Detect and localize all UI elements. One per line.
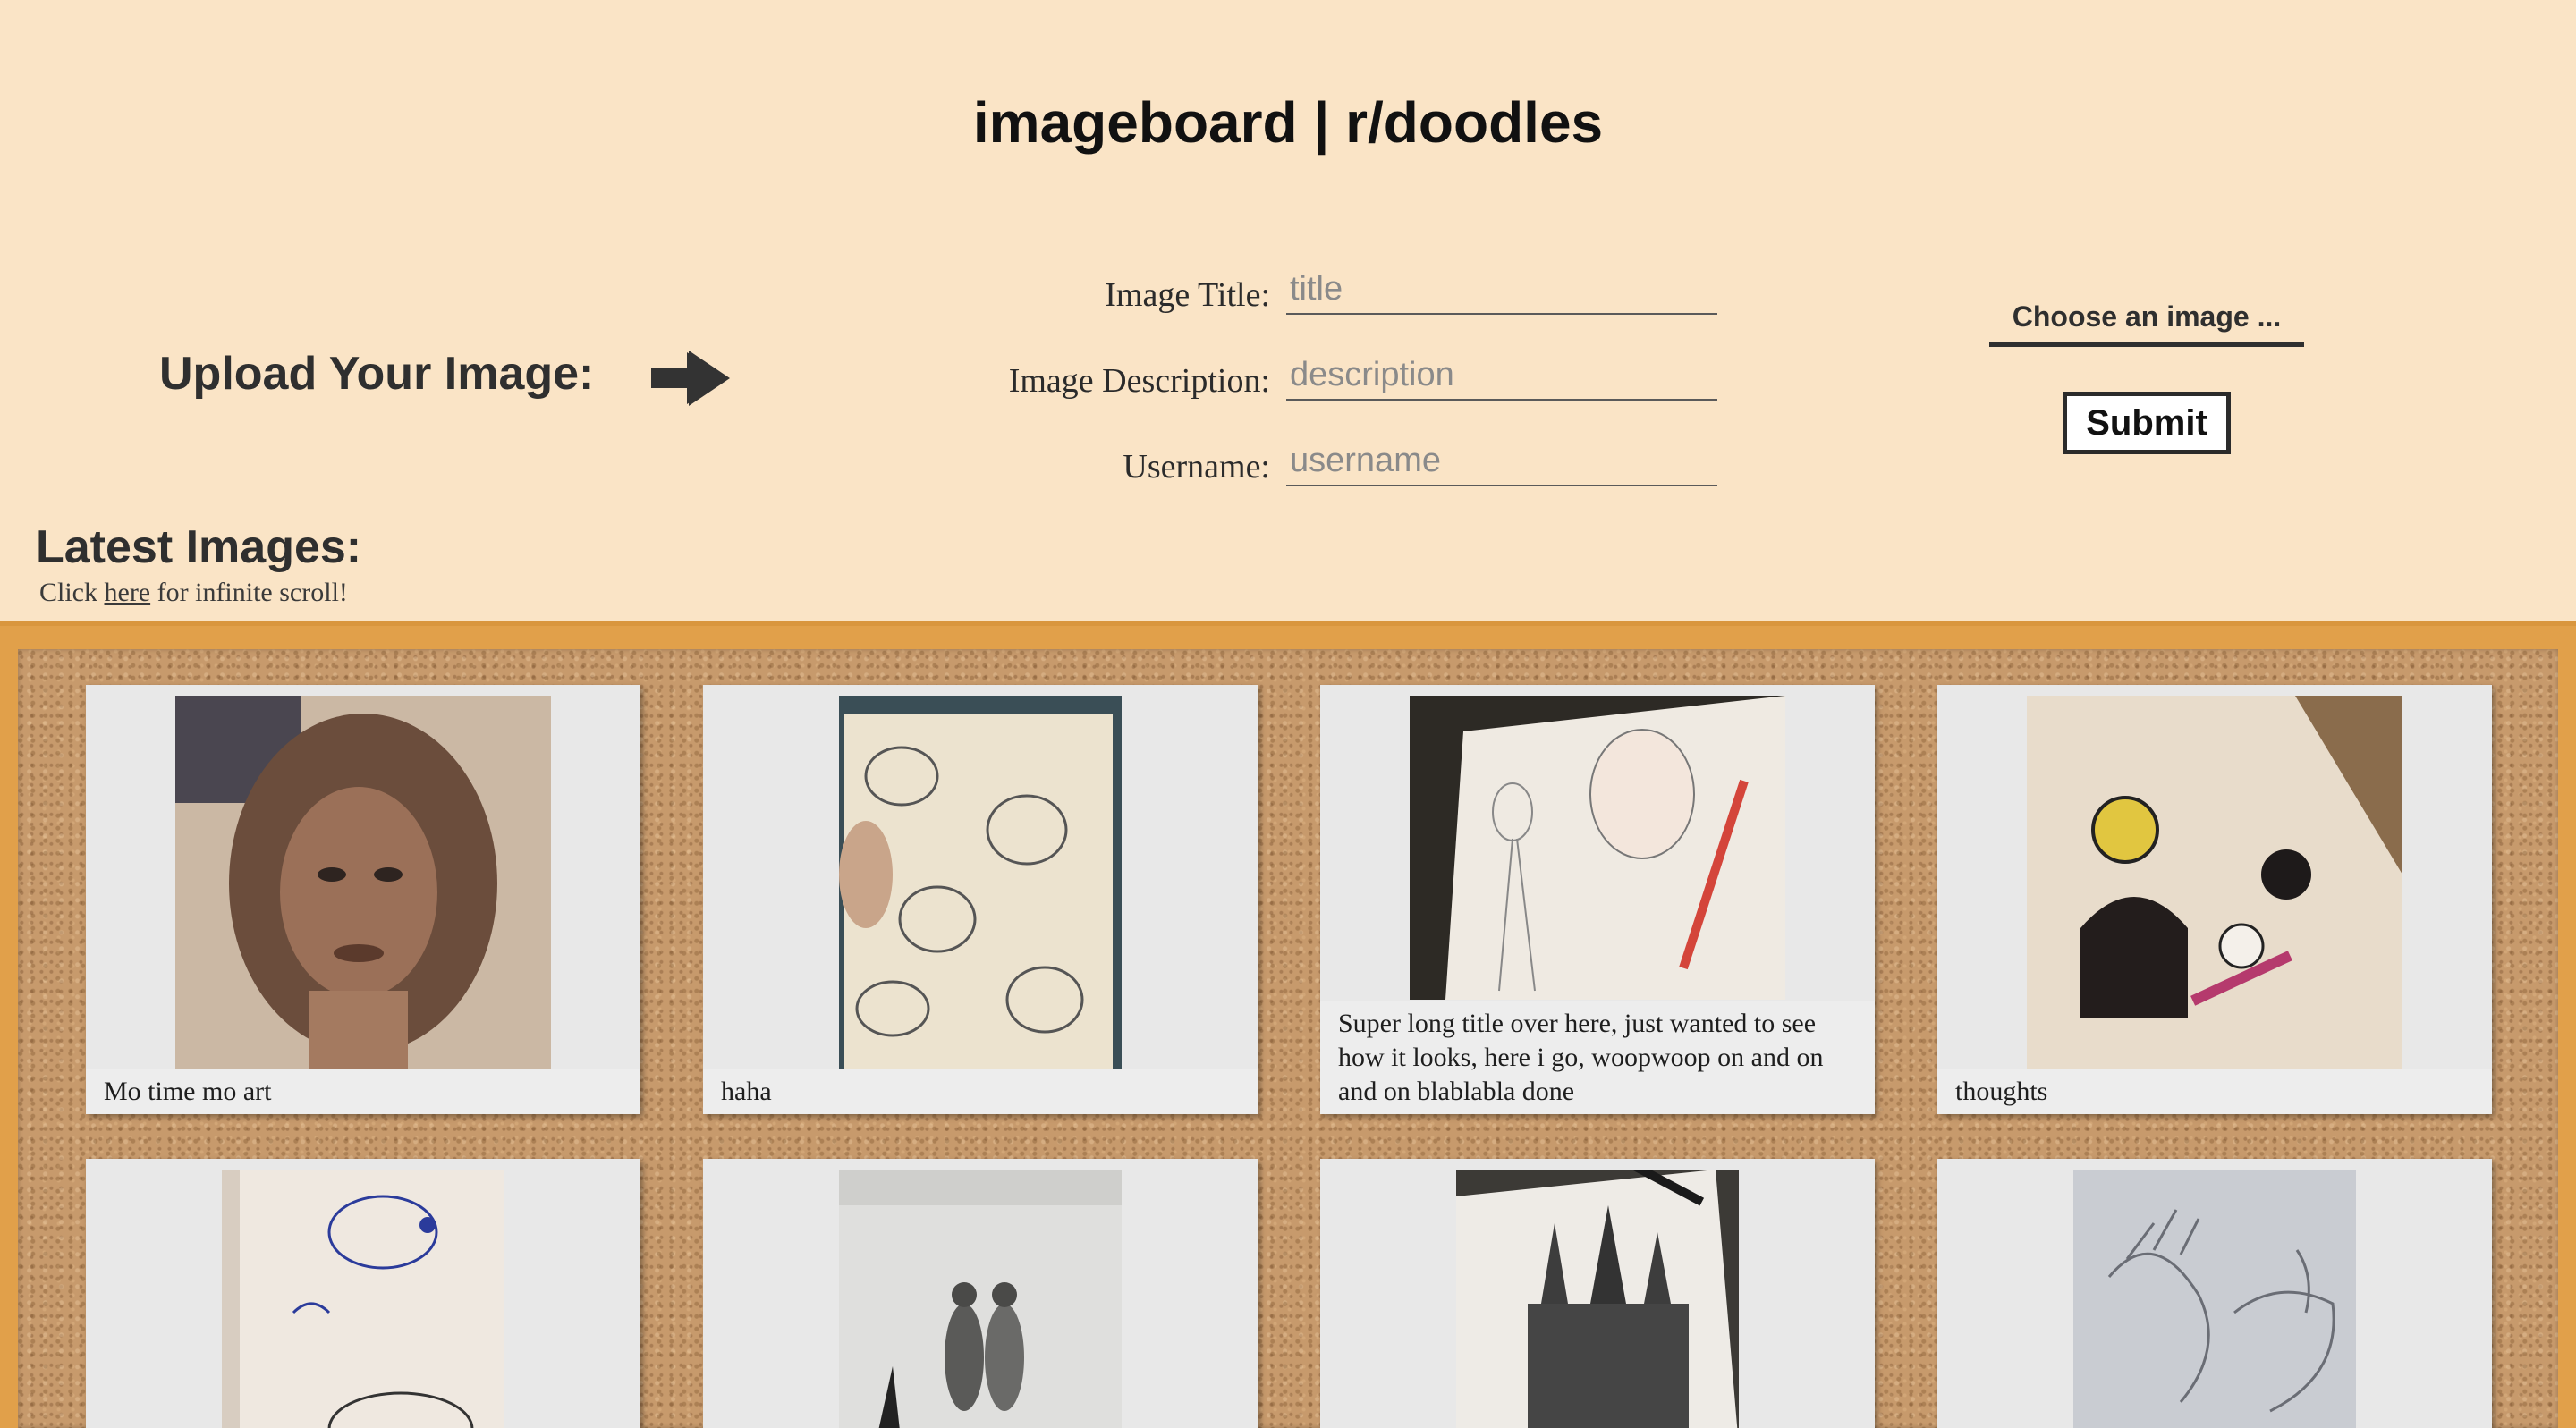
- blue-ink-doodle-image: [222, 1170, 504, 1428]
- description-label: Image Description:: [1008, 362, 1270, 400]
- submit-button[interactable]: Submit: [2063, 392, 2231, 454]
- image-card[interactable]: haha: [703, 685, 1258, 1114]
- username-row: Username:: [733, 440, 1270, 503]
- image-title: thoughts: [1937, 1069, 2492, 1114]
- image-card[interactable]: Mo time mo art: [86, 685, 640, 1114]
- image-card[interactable]: [1320, 1159, 1875, 1428]
- image-card[interactable]: [1937, 1159, 2492, 1428]
- portrait-drawing-image: [175, 696, 551, 1071]
- castle-drawing-image: [1456, 1170, 1739, 1428]
- arrow-right-icon: [651, 351, 730, 406]
- description-row: Image Description:: [733, 354, 1270, 417]
- image-title: Super long title over here, just wanted …: [1320, 1001, 1875, 1114]
- username-input[interactable]: [1286, 436, 1717, 486]
- scroll-note-prefix: Click: [39, 578, 105, 607]
- username-label: Username:: [1123, 448, 1270, 486]
- image-title: Mo time mo art: [86, 1069, 640, 1114]
- upload-heading: Upload Your Image:: [159, 348, 595, 400]
- image-card[interactable]: Super long title over here, just wanted …: [1320, 685, 1875, 1114]
- image-card[interactable]: [703, 1159, 1258, 1428]
- title-input[interactable]: [1286, 265, 1717, 315]
- figure-sketch-image: [1410, 696, 1785, 1000]
- infinite-scroll-link[interactable]: here: [105, 578, 151, 607]
- choose-image-button[interactable]: Choose an image ...: [1989, 292, 2304, 347]
- cork-board: Mo time mo art haha Super long title ove…: [18, 649, 2558, 1428]
- raccoon-sketch-image: [839, 696, 1122, 1071]
- sticker-doodles-image: [2027, 696, 2402, 1071]
- title-label: Image Title:: [1105, 276, 1270, 314]
- infinite-scroll-note: Click here for infinite scroll!: [39, 578, 348, 608]
- image-card[interactable]: thoughts: [1937, 685, 2492, 1114]
- image-board: Mo time mo art haha Super long title ove…: [0, 621, 2576, 1428]
- scroll-note-suffix: for infinite scroll!: [150, 578, 348, 607]
- latest-images-heading: Latest Images:: [36, 521, 362, 573]
- couple-sketch-image: [839, 1170, 1122, 1428]
- image-title: haha: [703, 1069, 1258, 1114]
- hands-sketch-image: [2073, 1170, 2356, 1428]
- page-title: imageboard | r/doodles: [972, 90, 1604, 155]
- image-card[interactable]: [86, 1159, 640, 1428]
- title-row: Image Title:: [733, 268, 1270, 331]
- description-input[interactable]: [1286, 351, 1717, 401]
